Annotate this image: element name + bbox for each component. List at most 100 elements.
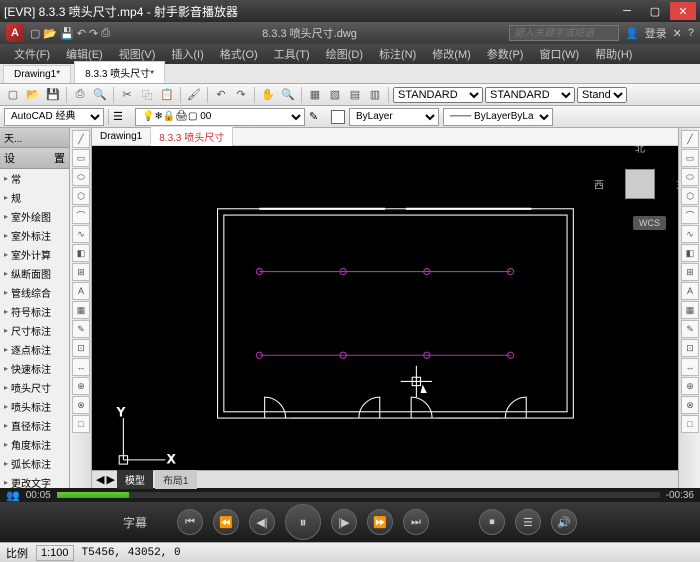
modtools-tool-6[interactable]: ◧: [681, 244, 699, 262]
fastfwd-button[interactable]: ⏩: [367, 509, 393, 535]
viewcube-face[interactable]: [625, 169, 655, 199]
modtools-tool-0[interactable]: ╱: [681, 130, 699, 148]
drawtools-tool-5[interactable]: ∿: [72, 225, 90, 243]
drawtools-tool-7[interactable]: ⊞: [72, 263, 90, 281]
minimize-button[interactable]: ─: [614, 2, 640, 20]
modtools-tool-10[interactable]: ✎: [681, 320, 699, 338]
drawtools-tool-2[interactable]: ⬭: [72, 168, 90, 186]
style-dropdown-1[interactable]: STANDARD: [393, 87, 483, 103]
panel-item-12[interactable]: 喷头标注: [0, 397, 69, 416]
panel-item-8[interactable]: 尺寸标注: [0, 321, 69, 340]
modtools-tool-12[interactable]: ↔: [681, 358, 699, 376]
menu-dimension[interactable]: 标注(N): [373, 44, 422, 64]
step-fwd-button[interactable]: |▶: [331, 509, 357, 535]
modtools-tool-15[interactable]: □: [681, 415, 699, 433]
modtools-tool-11[interactable]: ⊡: [681, 339, 699, 357]
drawtools-tool-0[interactable]: ╱: [72, 130, 90, 148]
volume-button[interactable]: 🔊: [551, 509, 577, 535]
save-doc-icon[interactable]: 💾: [44, 86, 62, 104]
cut-icon[interactable]: ✂: [118, 86, 136, 104]
viewcube[interactable]: 北 南 东 西: [610, 154, 670, 214]
drawtools-tool-6[interactable]: ◧: [72, 244, 90, 262]
color-swatch[interactable]: [331, 110, 345, 124]
panel-item-7[interactable]: 符号标注: [0, 302, 69, 321]
redo2-icon[interactable]: ↷: [232, 86, 250, 104]
modtools-tool-14[interactable]: ⊗: [681, 396, 699, 414]
tool-b-icon[interactable]: ▧: [326, 86, 344, 104]
menu-modify[interactable]: 修改(M): [426, 44, 477, 64]
seek-track[interactable]: [57, 492, 660, 498]
menu-param[interactable]: 参数(P): [481, 44, 530, 64]
panel-header[interactable]: 天...: [0, 128, 69, 148]
pan-icon[interactable]: ✋: [259, 86, 277, 104]
workspace-select[interactable]: AutoCAD 经典: [4, 108, 104, 126]
panel-item-6[interactable]: 管线综合: [0, 283, 69, 302]
style-dropdown-2[interactable]: STANDARD: [485, 87, 575, 103]
panel-item-3[interactable]: 室外标注: [0, 226, 69, 245]
maximize-button[interactable]: ▢: [642, 2, 668, 20]
modtools-tool-8[interactable]: A: [681, 282, 699, 300]
filetab-current[interactable]: 8.3.3 喷头尺寸: [151, 127, 233, 146]
drawtools-tool-13[interactable]: ⊕: [72, 377, 90, 395]
panel-item-10[interactable]: 快速标注: [0, 359, 69, 378]
stop-button[interactable]: ⏹: [479, 509, 505, 535]
menu-window[interactable]: 窗口(W): [533, 44, 585, 64]
help-icon[interactable]: ?: [688, 27, 694, 39]
wcs-badge[interactable]: WCS: [633, 216, 666, 230]
plot-icon[interactable]: ⎙: [71, 86, 89, 104]
copy-icon[interactable]: ⿻: [138, 86, 156, 104]
help-search-input[interactable]: [509, 25, 619, 41]
menu-tools[interactable]: 工具(T): [268, 44, 316, 64]
ratio-value[interactable]: 1:100: [36, 545, 74, 561]
doctab-drawing1[interactable]: Drawing1*: [3, 65, 71, 83]
panel-item-0[interactable]: 常: [0, 169, 69, 188]
layer-tool-icon[interactable]: ✎: [309, 110, 327, 123]
drawtools-tool-8[interactable]: A: [72, 282, 90, 300]
subtitle-button[interactable]: 字幕: [123, 514, 147, 531]
menu-format[interactable]: 格式(O): [214, 44, 264, 64]
save-icon[interactable]: 💾: [60, 27, 74, 40]
panel-item-14[interactable]: 角度标注: [0, 435, 69, 454]
undo2-icon[interactable]: ↶: [212, 86, 230, 104]
panel-item-11[interactable]: 喷头尺寸: [0, 378, 69, 397]
autocad-logo[interactable]: A: [6, 24, 24, 42]
tool-d-icon[interactable]: ▥: [366, 86, 384, 104]
drawtools-tool-14[interactable]: ⊗: [72, 396, 90, 414]
modtools-tool-2[interactable]: ⬭: [681, 168, 699, 186]
open-doc-icon[interactable]: 📂: [24, 86, 42, 104]
layout1-tab[interactable]: 布局1: [155, 470, 197, 489]
model-tab[interactable]: 模型: [117, 470, 153, 489]
preview-icon[interactable]: 🔍: [91, 86, 109, 104]
print-icon[interactable]: ⎙: [101, 27, 110, 40]
pause-button[interactable]: ⏸: [285, 504, 321, 540]
redo-icon[interactable]: ↷: [89, 27, 98, 40]
panel-item-9[interactable]: 逐点标注: [0, 340, 69, 359]
layer-prop-icon[interactable]: ☰: [113, 110, 131, 123]
menu-file[interactable]: 文件(F): [8, 44, 56, 64]
panel-item-15[interactable]: 弧长标注: [0, 454, 69, 473]
modtools-tool-4[interactable]: ⌒: [681, 206, 699, 224]
drawtools-tool-9[interactable]: ▦: [72, 301, 90, 319]
panel-item-16[interactable]: 更改文字: [0, 473, 69, 488]
paste-icon[interactable]: 📋: [158, 86, 176, 104]
exchange-icon[interactable]: ✕: [673, 27, 682, 40]
panel-item-1[interactable]: 规: [0, 188, 69, 207]
avatar-icon[interactable]: 👥: [6, 489, 20, 502]
drawtools-tool-1[interactable]: ▭: [72, 149, 90, 167]
playlist-button[interactable]: ☰: [515, 509, 541, 535]
new-icon[interactable]: ▢: [30, 27, 40, 40]
prev-track-button[interactable]: ⏮: [177, 509, 203, 535]
drawtools-tool-4[interactable]: ⌒: [72, 206, 90, 224]
drawing-canvas[interactable]: Y X 北 南 东 西 WCS: [92, 146, 678, 470]
rewind-button[interactable]: ⏪: [213, 509, 239, 535]
drawtools-tool-3[interactable]: ⬡: [72, 187, 90, 205]
modtools-tool-3[interactable]: ⬡: [681, 187, 699, 205]
tool-c-icon[interactable]: ▤: [346, 86, 364, 104]
new-doc-icon[interactable]: ▢: [4, 86, 22, 104]
user-icon[interactable]: 👤: [625, 27, 639, 40]
modtools-tool-7[interactable]: ⊞: [681, 263, 699, 281]
drawtools-tool-11[interactable]: ⊡: [72, 339, 90, 357]
zoom-icon[interactable]: 🔍: [279, 86, 297, 104]
open-icon[interactable]: 📂: [43, 27, 57, 40]
login-link[interactable]: 登录: [645, 25, 667, 41]
